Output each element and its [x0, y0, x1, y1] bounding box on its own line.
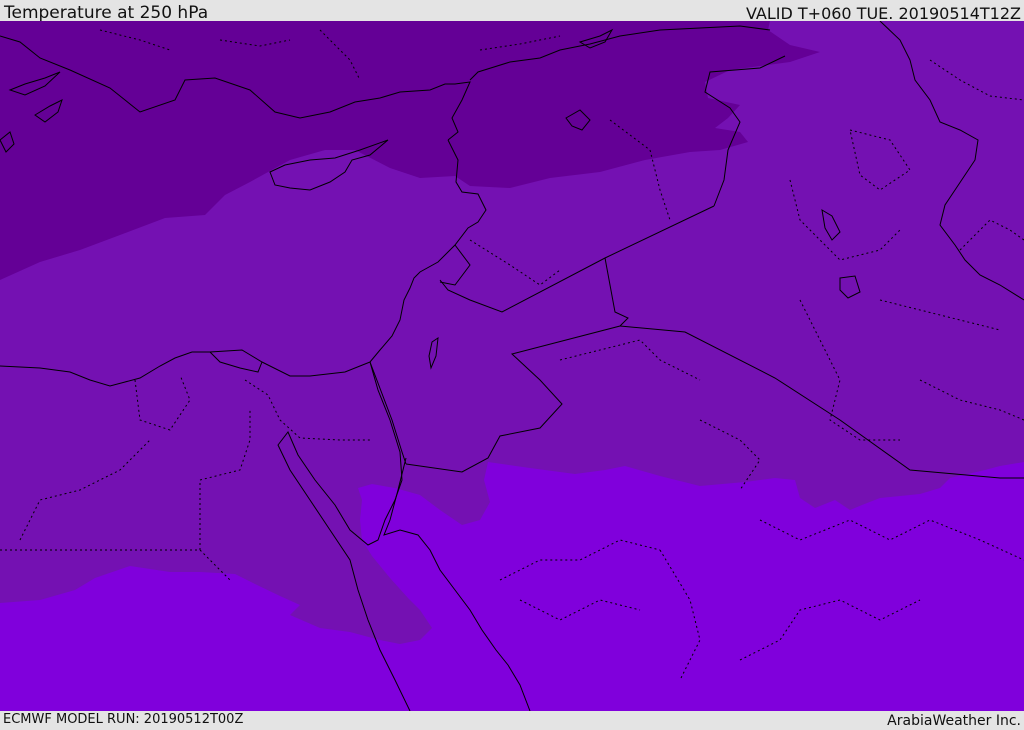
model-run-label: ECMWF MODEL RUN: 20190512T00Z [3, 712, 244, 727]
weather-map[interactable] [0, 21, 1024, 711]
map-title: Temperature at 250 hPa [4, 3, 209, 23]
map-header: Temperature at 250 hPa VALID T+060 TUE. … [0, 0, 1024, 23]
provider-credit: ArabiaWeather Inc. [887, 713, 1021, 729]
map-footer: ECMWF MODEL RUN: 20190512T00Z ArabiaWeat… [0, 711, 1024, 729]
